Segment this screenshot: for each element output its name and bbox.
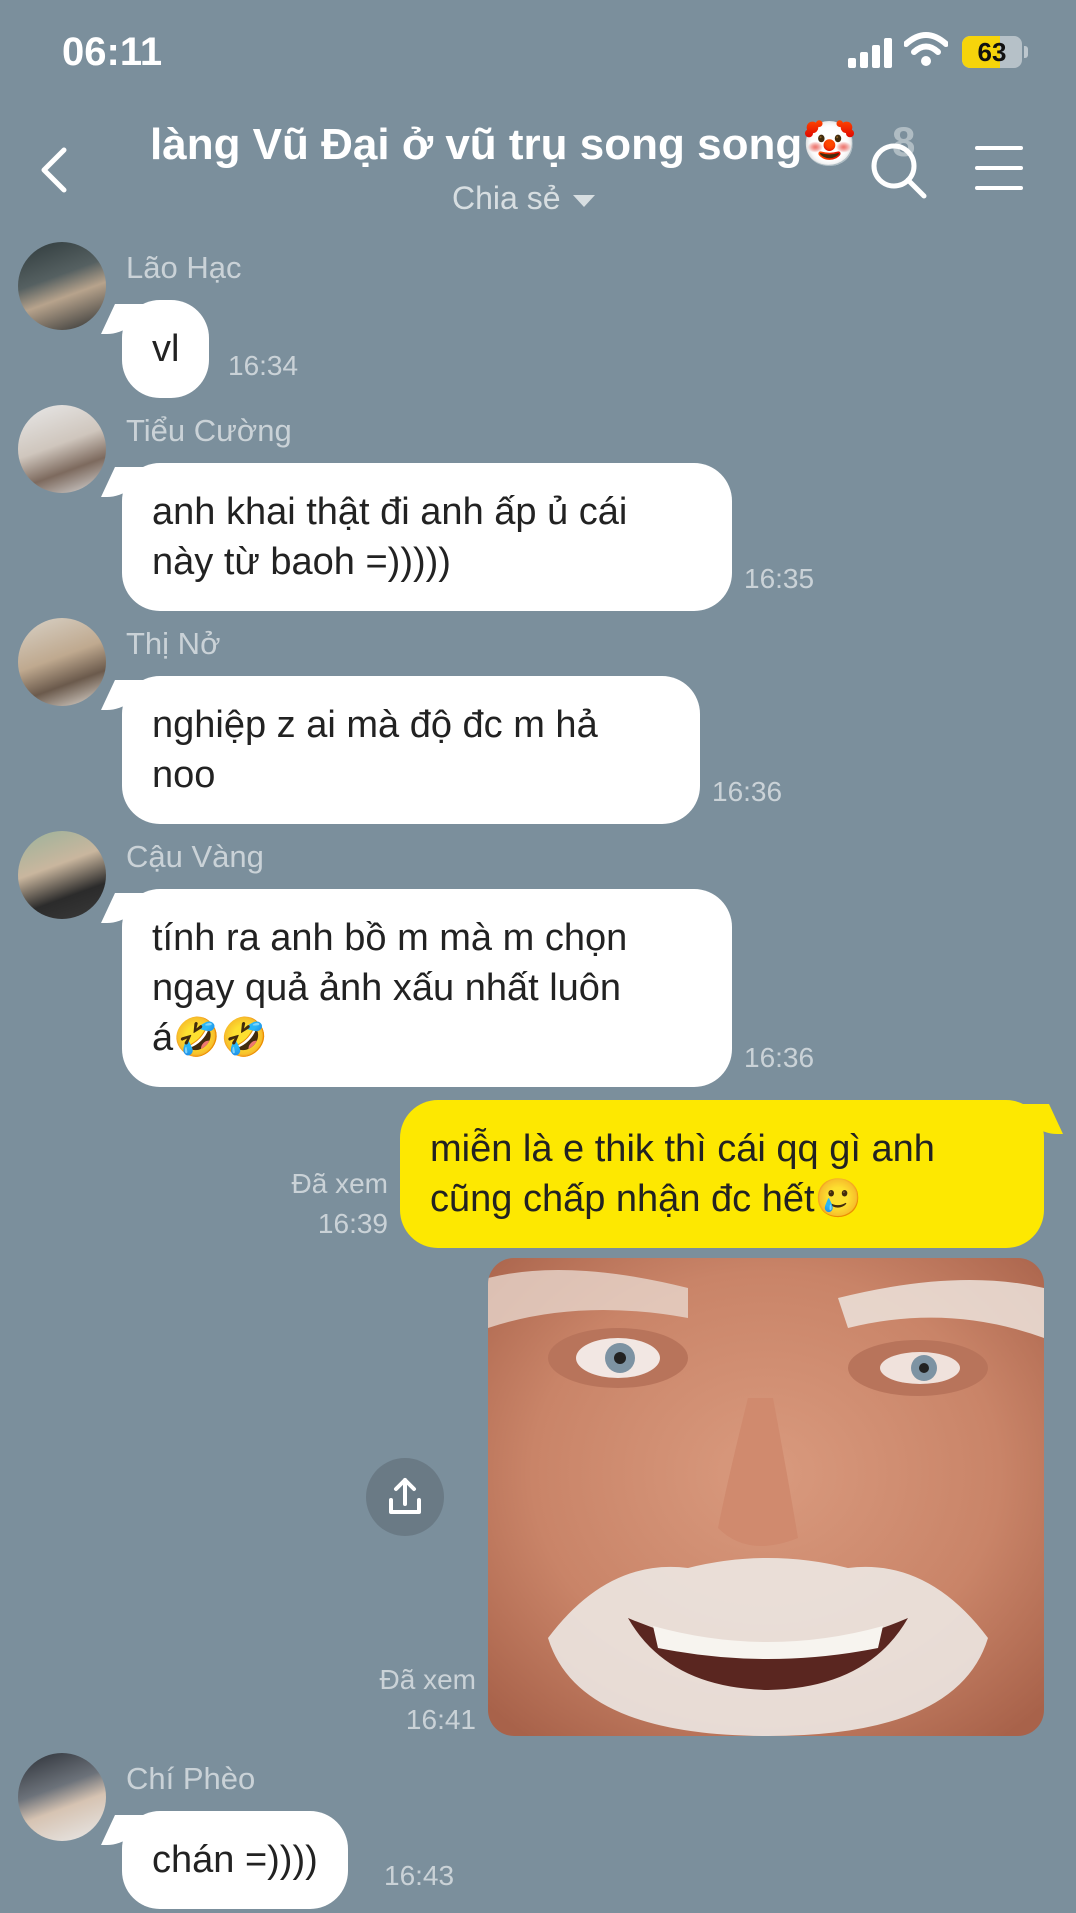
message-text: miễn là e thik thì cái qq gì anh xyxy=(430,1128,935,1170)
chat-header: 8 làng Vũ Đại ở vũ trụ song song🤡 Chia s… xyxy=(0,110,1076,230)
seen-status: Đã xem 16:39 xyxy=(240,1164,388,1244)
message-text: này từ baoh =))))) xyxy=(152,541,451,583)
message-text: ngay quả ảnh xấu nhất luôn xyxy=(152,967,622,1009)
battery-percent: 63 xyxy=(977,37,1007,67)
status-bar: 06:11 63 xyxy=(0,0,1076,110)
avatar[interactable] xyxy=(18,1753,106,1841)
sender-name: Lão Hạc xyxy=(126,250,242,285)
message-text: nghiệp z ai mà độ đc m hả xyxy=(152,704,598,746)
message-time: 16:34 xyxy=(228,350,299,381)
message-text: á🤣🤣 xyxy=(152,1017,268,1059)
seen-label: Đã xem xyxy=(291,1168,388,1199)
message-bubble[interactable]: miễn là e thik thì cái qq gì anh cũng ch… xyxy=(400,1100,1044,1248)
avatar[interactable] xyxy=(18,405,106,493)
message-text: tính ra anh bồ m mà m chọn xyxy=(152,917,628,959)
message-time: 16:36 xyxy=(744,1042,815,1073)
message-bubble[interactable]: nghiệp z ai mà độ đc m hả noo xyxy=(122,676,700,824)
avatar[interactable] xyxy=(18,618,106,706)
message-time: 16:41 xyxy=(405,1704,476,1735)
share-dropdown-label: Chia sẻ xyxy=(452,180,561,216)
message-bubble[interactable]: chán =)))) xyxy=(122,1811,348,1909)
message-bubble[interactable]: tính ra anh bồ m mà m chọn ngay quả ảnh … xyxy=(122,889,732,1087)
message-text: cũng chấp nhận đc hết🥲 xyxy=(430,1178,862,1220)
search-icon[interactable] xyxy=(866,134,936,204)
menu-icon[interactable] xyxy=(974,140,1024,196)
caret-down-icon xyxy=(572,194,595,207)
wifi-icon xyxy=(904,32,948,66)
avatar[interactable] xyxy=(18,242,106,330)
upload-share-icon xyxy=(389,1478,421,1514)
seen-status: Đã xem 16:41 xyxy=(330,1660,476,1740)
message-text: chán =)))) xyxy=(152,1839,318,1881)
message-bubble[interactable]: vl xyxy=(122,300,210,398)
share-button[interactable] xyxy=(366,1458,444,1536)
message-text: vl xyxy=(152,328,180,370)
photo-image xyxy=(488,1258,1044,1736)
share-dropdown[interactable]: Chia sẻ xyxy=(452,180,595,217)
photo-message[interactable] xyxy=(488,1258,1044,1736)
message-time: 16:43 xyxy=(384,1860,455,1891)
message-text: noo xyxy=(152,754,216,796)
group-title[interactable]: làng Vũ Đại ở vũ trụ song song🤡 xyxy=(150,118,870,170)
sender-name: Cậu Vàng xyxy=(126,839,264,874)
cellular-signal-icon xyxy=(848,38,892,68)
back-chevron-icon[interactable] xyxy=(30,140,80,200)
avatar[interactable] xyxy=(18,831,106,919)
sender-name: Thị Nở xyxy=(126,626,221,661)
message-time: 16:35 xyxy=(744,563,815,594)
message-bubble[interactable]: anh khai thật đi anh ấp ủ cái này từ bao… xyxy=(122,463,732,611)
message-time: 16:39 xyxy=(317,1208,388,1239)
battery-icon: 63 xyxy=(962,36,1028,68)
sender-name: Chí Phèo xyxy=(126,1761,256,1796)
message-time: 16:36 xyxy=(712,776,783,807)
status-time: 06:11 xyxy=(62,30,163,74)
message-text: anh khai thật đi anh ấp ủ cái xyxy=(152,491,628,533)
sender-name: Tiểu Cường xyxy=(126,413,292,448)
seen-label: Đã xem xyxy=(379,1664,476,1695)
